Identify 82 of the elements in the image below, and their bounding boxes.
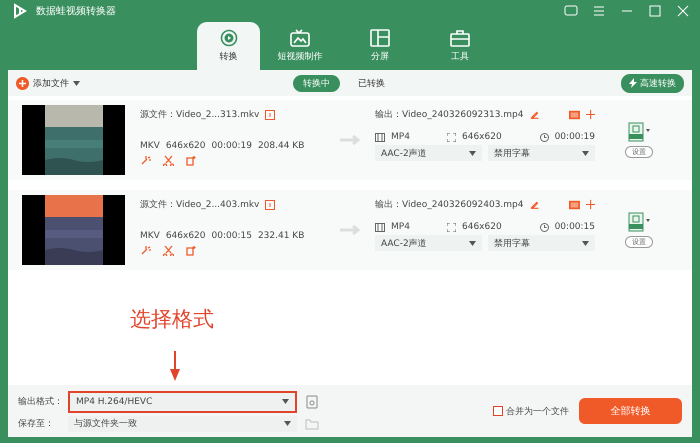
save-dropdown[interactable]: 与源文件夹一致: [68, 416, 297, 432]
caret-icon: [582, 150, 589, 156]
film-icon: [375, 132, 385, 142]
filter-tab[interactable]: 已转换: [348, 74, 395, 92]
nav-tab[interactable]: 短视频制作: [260, 22, 340, 70]
output-duration: 00:00:15: [554, 222, 595, 232]
subtitle-dropdown[interactable]: 禁用字幕: [488, 235, 595, 251]
format-label: 输出格式：: [18, 396, 64, 408]
caret-icon: [73, 80, 80, 86]
info-icon[interactable]: [265, 110, 276, 120]
film-icon: [375, 222, 385, 232]
effect-icon[interactable]: [140, 245, 151, 256]
scissors-icon[interactable]: [163, 245, 174, 256]
annotation-arrow: [170, 351, 180, 381]
source-duration: 00:00:15: [212, 231, 252, 241]
folder-icon[interactable]: [305, 418, 319, 430]
lightning-icon: [629, 78, 637, 88]
tv-icon: [290, 29, 310, 47]
nav-tab[interactable]: 分屏: [340, 22, 420, 70]
edit-icon[interactable]: [186, 155, 197, 166]
convert-icon: [220, 29, 238, 47]
caret-icon: [282, 399, 289, 404]
resize-icon: [447, 132, 456, 142]
add-file-button[interactable]: 添加文件: [16, 76, 80, 90]
menu-icon[interactable]: [592, 4, 606, 18]
edit-icon[interactable]: [186, 245, 197, 256]
pencil-icon[interactable]: [530, 109, 539, 120]
subtitle-dropdown[interactable]: 禁用字幕: [488, 145, 595, 161]
logo-icon: [12, 3, 28, 19]
format-settings-icon[interactable]: [305, 394, 319, 408]
save-label: 保存至：: [18, 418, 55, 430]
source-format: MKV: [140, 231, 160, 241]
app-title: 数据蛙视频转换器: [36, 4, 117, 18]
plus-icon: [16, 76, 29, 90]
source-duration: 00:00:19: [212, 141, 252, 151]
output-format: MP4: [391, 132, 411, 142]
source-file: 源文件：Video_2...313.mkv: [140, 108, 260, 121]
info-icon[interactable]: [265, 200, 276, 210]
source-format: MKV: [140, 141, 160, 151]
source-resolution: 646x620: [166, 141, 206, 151]
format-dropdown[interactable]: MP4 H.264/HEVC: [68, 390, 297, 412]
arrow-icon: [340, 135, 362, 145]
output-file: 输出：Video_240326092313.mp4: [375, 108, 524, 121]
audio-dropdown[interactable]: AAC-2声道: [375, 145, 482, 161]
split-screen-icon: [370, 29, 390, 47]
output-resolution: 646x620: [462, 222, 503, 232]
fast-convert-button[interactable]: 高速转换: [621, 74, 684, 92]
caret-icon: [469, 150, 476, 156]
source-size: 208.44 KB: [258, 141, 304, 151]
output-resolution: 646x620: [462, 132, 503, 142]
crop-icon[interactable]: [586, 199, 595, 210]
clock-icon: [540, 222, 549, 232]
annotation-text: 选择格式: [130, 306, 214, 333]
pencil-icon[interactable]: [530, 199, 539, 210]
effect-icon[interactable]: [140, 155, 151, 166]
video-file-icon[interactable]: [628, 212, 650, 232]
clock-icon: [540, 132, 549, 142]
scissors-icon[interactable]: [163, 155, 174, 166]
subtitle-icon[interactable]: [568, 110, 580, 120]
resize-icon: [447, 222, 456, 232]
filter-tab[interactable]: 转换中: [293, 74, 340, 92]
arrow-icon: [340, 225, 362, 235]
video-file-icon[interactable]: [628, 122, 650, 142]
toolbox-icon: [450, 29, 470, 47]
chat-icon[interactable]: [564, 4, 578, 18]
maximize-icon[interactable]: [648, 4, 662, 18]
source-size: 232.41 KB: [258, 231, 304, 241]
caret-icon: [469, 240, 476, 246]
caret-icon: [582, 240, 589, 246]
merge-checkbox[interactable]: 合并为一个文件: [493, 404, 569, 418]
audio-dropdown[interactable]: AAC-2声道: [375, 235, 482, 251]
source-file: 源文件：Video_2...403.mkv: [140, 198, 260, 211]
close-icon[interactable]: [676, 4, 690, 18]
subtitle-icon[interactable]: [568, 200, 580, 210]
source-resolution: 646x620: [166, 231, 206, 241]
crop-icon[interactable]: [586, 109, 595, 120]
nav-tab[interactable]: 转换: [197, 22, 260, 70]
nav-tab[interactable]: 工具: [420, 22, 500, 70]
output-format: MP4: [391, 222, 411, 232]
output-duration: 00:00:19: [554, 132, 595, 142]
caret-icon: [284, 421, 291, 426]
output-file: 输出：Video_240326092403.mp4: [375, 198, 524, 211]
